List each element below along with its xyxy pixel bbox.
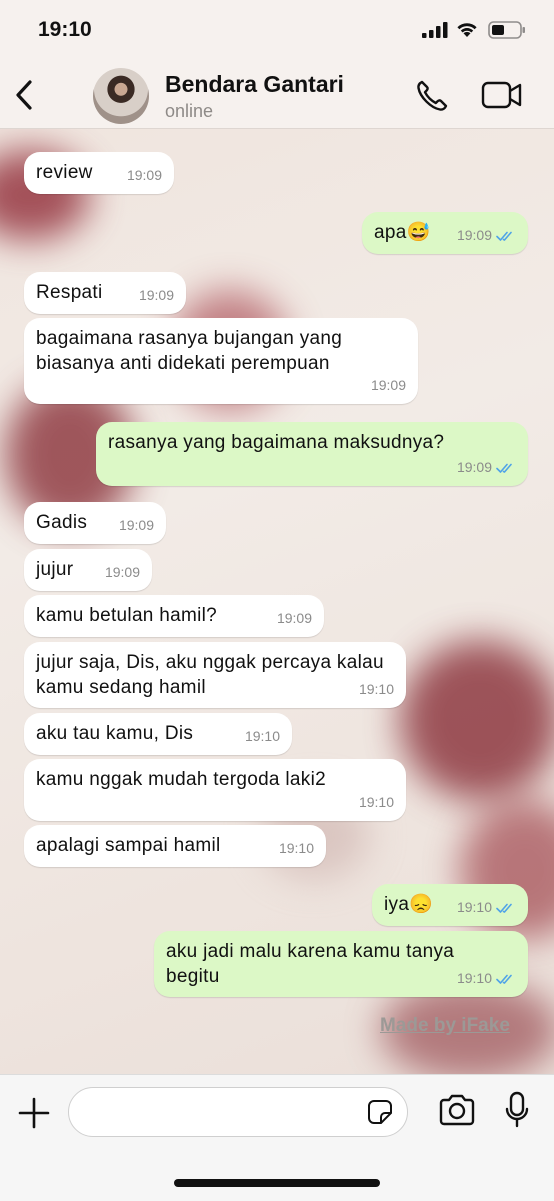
message-text: iya😞 xyxy=(384,894,434,915)
sticker-icon[interactable] xyxy=(367,1099,393,1125)
camera-icon[interactable] xyxy=(438,1094,476,1126)
battery-icon xyxy=(488,21,525,39)
message-text: jujur xyxy=(36,559,74,580)
message-text: apa😅 xyxy=(374,222,431,243)
incoming-message[interactable]: kamu nggak mudah tergoda laki2 19:10 xyxy=(24,759,406,821)
outgoing-message[interactable]: apa😅 19:09 xyxy=(362,212,528,254)
message-text: jujur saja, Dis, aku nggak percaya kalau… xyxy=(36,652,384,698)
message-time: 19:09 xyxy=(276,610,312,626)
message-time: 19:09 xyxy=(138,287,174,303)
message-time: 19:09 xyxy=(126,167,162,183)
message-text: aku tau kamu, Dis xyxy=(36,723,194,744)
read-receipt-icon xyxy=(496,974,512,984)
wifi-icon xyxy=(457,23,477,37)
incoming-message[interactable]: Respati 19:09 xyxy=(24,272,186,314)
avatar[interactable] xyxy=(93,68,149,124)
message-time: 19:09 xyxy=(456,227,492,243)
message-list[interactable]: review 19:09 apa😅 19:09 Respati 19:09 ba… xyxy=(0,128,554,1074)
chat-header: Bendara Gantari online xyxy=(0,62,554,129)
watermark: Made by iFake xyxy=(380,1015,510,1036)
message-text: Respati xyxy=(36,282,103,303)
microphone-icon[interactable] xyxy=(504,1091,530,1129)
message-time: 19:09 xyxy=(456,459,492,475)
read-receipt-icon xyxy=(496,463,512,473)
message-time: 19:10 xyxy=(278,840,314,856)
incoming-message[interactable]: apalagi sampai hamil 19:10 xyxy=(24,825,326,867)
incoming-message[interactable]: jujur 19:09 xyxy=(24,549,152,591)
message-text: review xyxy=(36,162,93,183)
message-time: 19:09 xyxy=(118,517,154,533)
outgoing-message[interactable]: aku jadi malu karena kamu tanya begitu 1… xyxy=(154,931,528,997)
outgoing-message[interactable]: rasanya yang bagaimana maksudnya? 19:09 xyxy=(96,422,528,486)
status-bar: 19:10 xyxy=(0,0,554,62)
message-time: 19:10 xyxy=(456,970,492,986)
incoming-message[interactable]: aku tau kamu, Dis 19:10 xyxy=(24,713,292,755)
read-receipt-icon xyxy=(496,231,512,241)
message-text: aku jadi malu karena kamu tanya begitu xyxy=(166,941,455,987)
message-text: kamu betulan hamil? xyxy=(36,605,218,626)
message-time: 19:09 xyxy=(370,377,406,393)
message-time: 19:10 xyxy=(358,794,394,810)
outgoing-message[interactable]: iya😞 19:10 xyxy=(372,884,528,926)
incoming-message[interactable]: bagaimana rasanya bujangan yang biasanya… xyxy=(24,318,418,404)
message-time: 19:10 xyxy=(244,728,280,744)
composer-bar xyxy=(0,1074,554,1201)
message-text: rasanya yang bagaimana maksudnya? xyxy=(108,432,445,453)
message-time: 19:10 xyxy=(456,899,492,915)
plus-icon[interactable] xyxy=(16,1095,52,1131)
chevron-left-icon[interactable] xyxy=(12,78,38,112)
home-indicator[interactable] xyxy=(174,1179,380,1187)
message-input-field[interactable] xyxy=(68,1087,408,1137)
incoming-message[interactable]: Gadis 19:09 xyxy=(24,502,166,544)
incoming-message[interactable]: review 19:09 xyxy=(24,152,174,194)
incoming-message[interactable]: jujur saja, Dis, aku nggak percaya kalau… xyxy=(24,642,406,708)
video-camera-icon[interactable] xyxy=(481,80,523,110)
contact-status: online xyxy=(165,101,214,121)
incoming-message[interactable]: kamu betulan hamil? 19:09 xyxy=(24,595,324,637)
message-time: 19:09 xyxy=(104,564,140,580)
message-text: apalagi sampai hamil xyxy=(36,835,221,856)
message-text: kamu nggak mudah tergoda laki2 xyxy=(36,769,326,790)
contact-name[interactable]: Bendara Gantari xyxy=(165,71,344,98)
status-time: 19:10 xyxy=(38,18,92,41)
read-receipt-icon xyxy=(496,903,512,913)
message-text: Gadis xyxy=(36,512,88,533)
phone-icon[interactable] xyxy=(414,78,450,114)
message-input[interactable] xyxy=(85,1088,359,1136)
message-time: 19:10 xyxy=(358,681,394,697)
cellular-signal-icon xyxy=(422,22,448,38)
message-text: bagaimana rasanya bujangan yang biasanya… xyxy=(36,328,343,374)
